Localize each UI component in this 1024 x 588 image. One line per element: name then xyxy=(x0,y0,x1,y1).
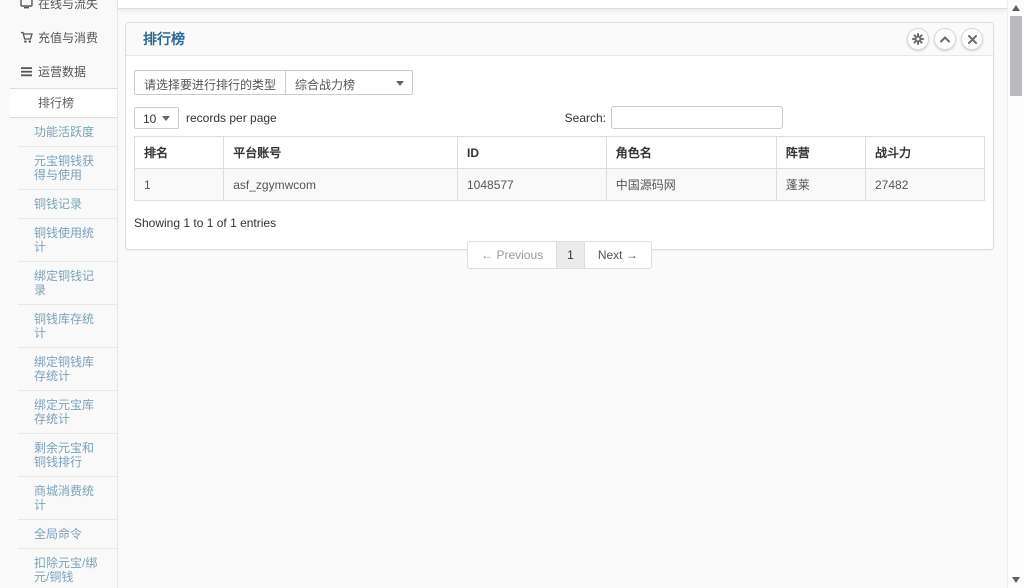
close-button[interactable] xyxy=(961,28,983,50)
sidebar-item-bound-coin-inventory-stats: 绑定铜钱库存统计 xyxy=(18,347,117,390)
cell-id: 1048577 xyxy=(458,169,607,201)
panel-header: 排行榜 xyxy=(126,23,993,56)
col-header-faction[interactable]: 阵营 xyxy=(776,137,865,169)
sidebar-item-mall-consume-stats: 商城消费统计 xyxy=(18,476,117,519)
col-header-id[interactable]: ID xyxy=(458,137,607,169)
scroll-up-arrow-icon[interactable] xyxy=(1012,5,1020,11)
sidebar-item-coin-inventory-stats: 铜钱库存统计 xyxy=(18,304,117,347)
table-tools-row: 10 records per page Search: xyxy=(134,106,985,129)
main-content: 排行榜 xyxy=(118,0,1007,588)
sidebar-link-coin-records[interactable]: 铜钱记录 xyxy=(18,190,117,218)
chevron-up-icon xyxy=(940,36,950,43)
close-icon xyxy=(968,35,977,44)
panel-body: 请选择要进行排行的类型 综合战力榜 10 records per page Se… xyxy=(126,56,993,277)
col-header-role[interactable]: 角色名 xyxy=(606,137,776,169)
search-input[interactable] xyxy=(611,106,783,129)
sidebar-item-bound-yuanbao-inventory-stats: 绑定元宝库存统计 xyxy=(18,390,117,433)
ranking-panel: 排行榜 xyxy=(125,22,994,250)
table-info: Showing 1 to 1 of 1 entries xyxy=(134,216,985,230)
sidebar-link-remaining-ranking[interactable]: 剩余元宝和铜钱排行 xyxy=(18,434,117,476)
sidebar-link-mall-consume-stats[interactable]: 商城消费统计 xyxy=(18,477,117,519)
page-number-button[interactable]: 1 xyxy=(556,241,585,269)
cell-faction: 蓬莱 xyxy=(776,169,865,201)
sidebar: 在线与流失 充值与消费 运营数据 排行榜 功能活跃度 元宝铜钱获得与使用 铜钱记… xyxy=(0,0,118,588)
sidebar-item-feature-activity: 功能活跃度 xyxy=(18,118,117,146)
cell-power: 27482 xyxy=(866,169,985,201)
sidebar-item-label: 运营数据 xyxy=(38,63,86,80)
sidebar-link-yuanbao-coin-usage[interactable]: 元宝铜钱获得与使用 xyxy=(18,147,117,189)
table-row: 1 asf_zgymwcom 1048577 中国源码网 蓬莱 27482 xyxy=(135,169,985,201)
gear-icon xyxy=(912,33,924,45)
sidebar-item-yuanbao-coin-usage: 元宝铜钱获得与使用 xyxy=(18,146,117,189)
page-length-select[interactable]: 10 xyxy=(134,107,179,129)
sidebar-link-coin-inventory-stats[interactable]: 铜钱库存统计 xyxy=(18,305,117,347)
ranking-table: 排名 平台账号 ID 角色名 阵营 战斗力 1 asf_zgymwcom 104… xyxy=(134,136,985,201)
sidebar-item-online-churn[interactable]: 在线与流失 xyxy=(0,0,117,20)
previous-page-button[interactable]: ← Previous xyxy=(467,241,557,269)
rank-type-group: 请选择要进行排行的类型 综合战力榜 xyxy=(134,70,413,95)
cell-rank: 1 xyxy=(135,169,224,201)
cell-account: asf_zgymwcom xyxy=(224,169,458,201)
col-header-rank[interactable]: 排名 xyxy=(135,137,224,169)
settings-button[interactable] xyxy=(907,28,929,50)
col-header-power[interactable]: 战斗力 xyxy=(866,137,985,169)
sidebar-top-items: 在线与流失 充值与消费 运营数据 xyxy=(0,0,117,88)
collapse-button[interactable] xyxy=(934,28,956,50)
caret-down-icon xyxy=(162,116,170,121)
sidebar-link-coin-usage-stats[interactable]: 铜钱使用统计 xyxy=(18,219,117,261)
sidebar-link-feature-activity[interactable]: 功能活跃度 xyxy=(18,118,117,146)
pagination: ← Previous 1 Next → xyxy=(467,241,652,269)
panel-title: 排行榜 xyxy=(143,31,185,47)
scroll-down-arrow-icon[interactable] xyxy=(1012,577,1020,583)
rank-type-label: 请选择要进行排行的类型 xyxy=(135,71,286,94)
panel-tools xyxy=(907,28,983,50)
sidebar-link-bound-yuanbao-inventory-stats[interactable]: 绑定元宝库存统计 xyxy=(18,391,117,433)
sidebar-link-bound-coin-records[interactable]: 绑定铜钱记录 xyxy=(18,262,117,304)
sidebar-item-global-command: 全局命令 xyxy=(18,519,117,548)
search-box: Search: xyxy=(565,106,783,129)
sidebar-item-coin-records: 铜钱记录 xyxy=(18,189,117,218)
scrollbar-thumb[interactable] xyxy=(1010,16,1022,96)
sidebar-item-remaining-ranking: 剩余元宝和铜钱排行 xyxy=(18,433,117,476)
sidebar-item-recharge-consume[interactable]: 充值与消费 xyxy=(0,20,117,54)
sidebar-item-label: 在线与流失 xyxy=(38,0,98,12)
search-label: Search: xyxy=(565,111,606,125)
page-length-value: 10 xyxy=(143,112,156,126)
sidebar-link-ranking[interactable]: 排行榜 xyxy=(10,89,117,117)
sidebar-item-bound-coin-records: 绑定铜钱记录 xyxy=(18,261,117,304)
page-length-label: records per page xyxy=(186,111,277,125)
sidebar-submenu: 排行榜 功能活跃度 元宝铜钱获得与使用 铜钱记录 铜钱使用统计 绑定铜钱记录 铜… xyxy=(0,88,117,588)
next-page-button[interactable]: Next → xyxy=(584,241,652,269)
sidebar-link-bound-coin-inventory-stats[interactable]: 绑定铜钱库存统计 xyxy=(18,348,117,390)
sidebar-link-deduct-currency[interactable]: 扣除元宝/绑元/铜钱 xyxy=(18,549,117,588)
top-navbar-edge xyxy=(118,0,1007,9)
cart-icon xyxy=(20,31,33,44)
caret-down-icon xyxy=(396,81,404,86)
cell-role: 中国源码网 xyxy=(606,169,776,201)
sidebar-link-global-command[interactable]: 全局命令 xyxy=(18,520,117,548)
monitor-icon xyxy=(20,0,33,10)
col-header-account[interactable]: 平台账号 xyxy=(224,137,458,169)
sidebar-item-deduct-currency: 扣除元宝/绑元/铜钱 xyxy=(18,548,117,588)
rank-type-selected-value: 综合战力榜 xyxy=(295,78,355,92)
sidebar-item-label: 充值与消费 xyxy=(38,29,98,46)
sidebar-item-coin-usage-stats: 铜钱使用统计 xyxy=(18,218,117,261)
sidebar-item-ranking: 排行榜 xyxy=(10,88,117,118)
rank-type-select[interactable]: 综合战力榜 xyxy=(286,71,412,94)
sidebar-item-operation-data[interactable]: 运营数据 xyxy=(0,54,117,88)
list-icon xyxy=(20,65,33,78)
table-header-row: 排名 平台账号 ID 角色名 阵营 战斗力 xyxy=(135,137,985,169)
vertical-scrollbar xyxy=(1007,0,1024,588)
